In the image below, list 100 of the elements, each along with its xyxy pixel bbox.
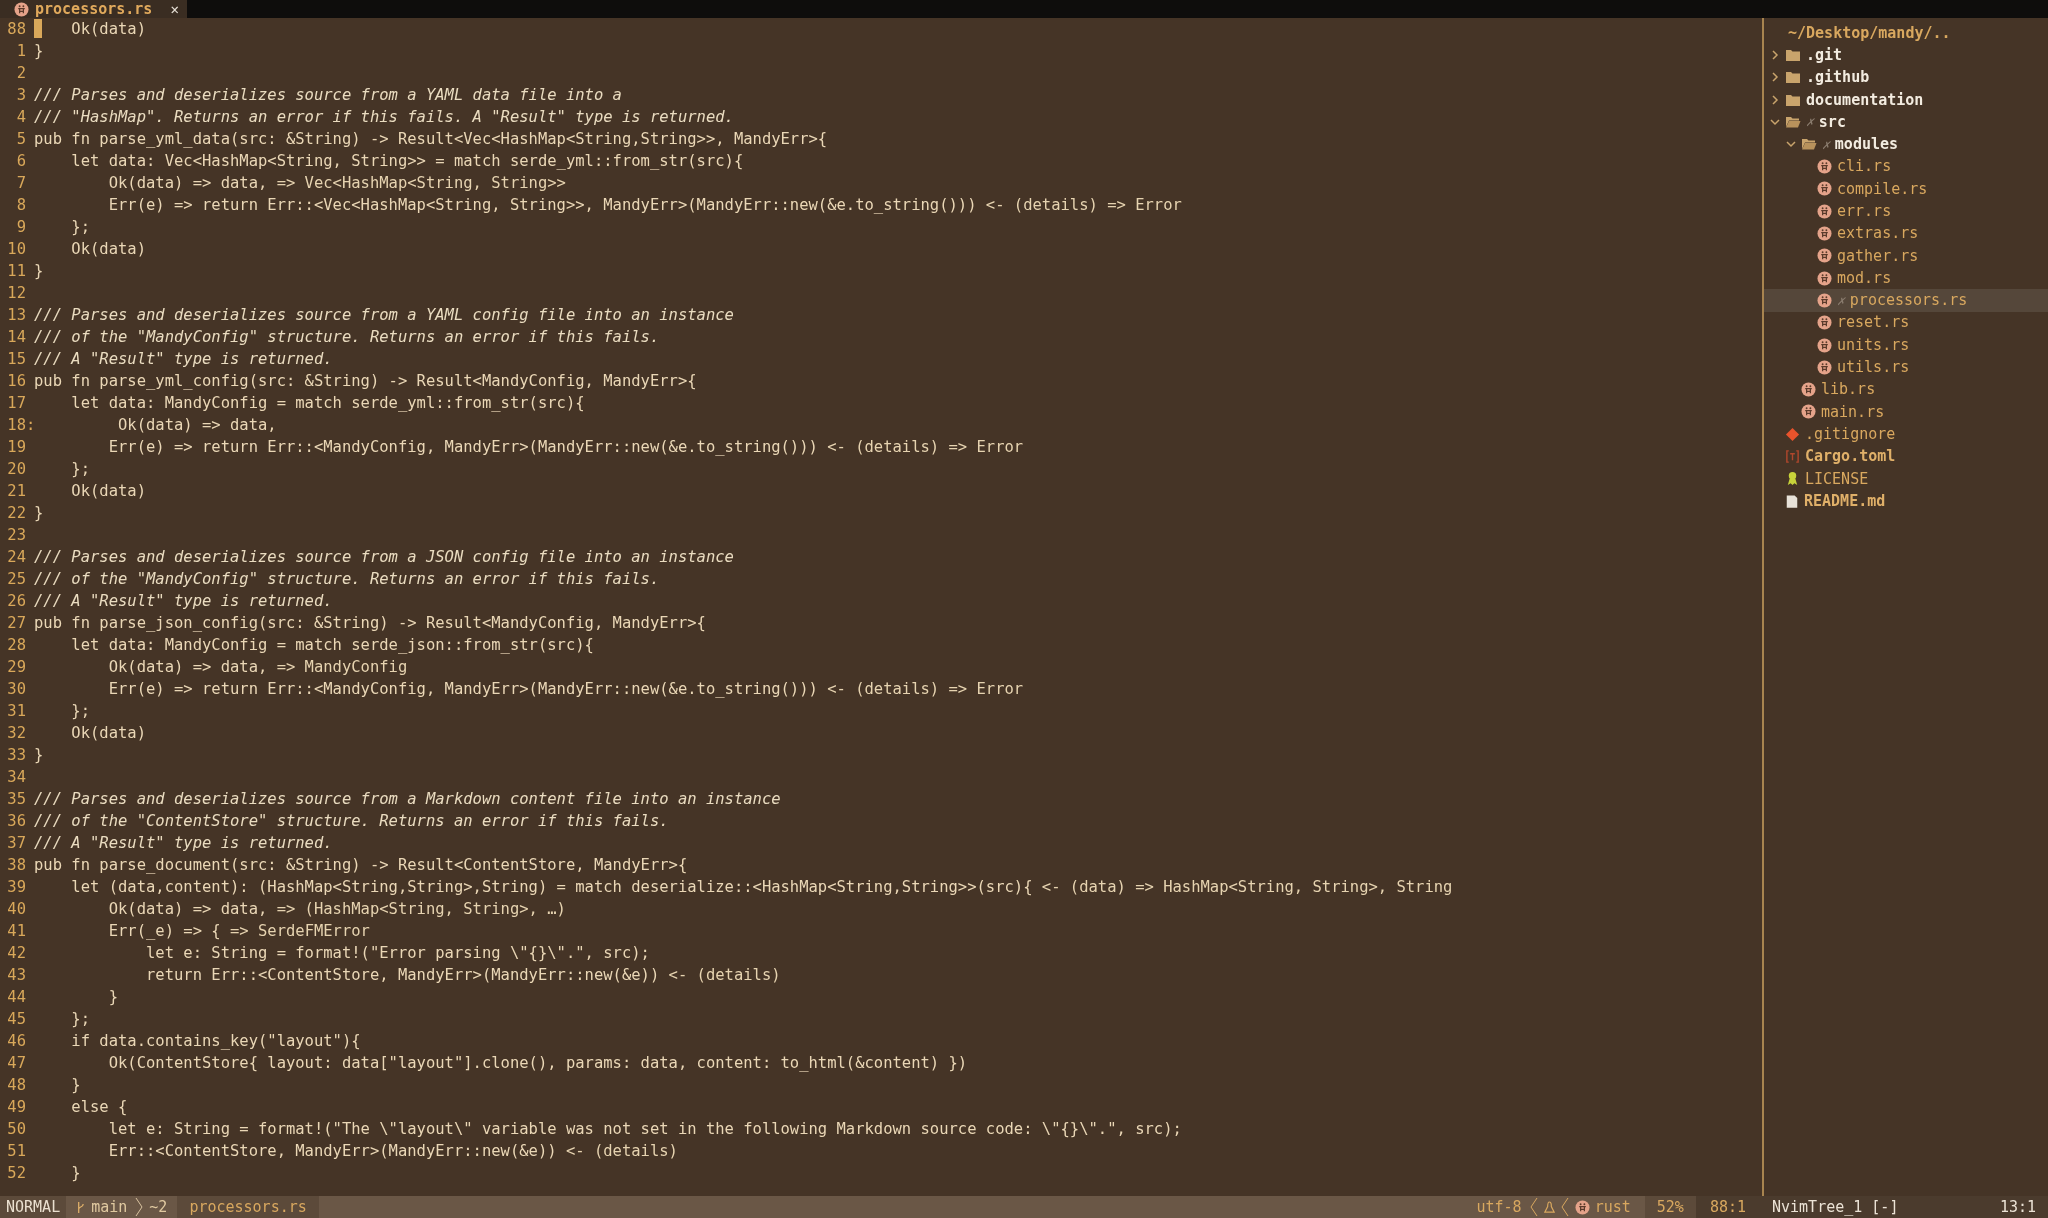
file-item[interactable]: Cargo.toml [1764,445,2048,468]
separator-icon [1529,1197,1538,1217]
code-line: let data: MandyConfig = match serde_yml::from_str(src){ [70,394,585,413]
file-item[interactable]: reset.rs [1764,311,2048,334]
line-number: 33 [6,745,26,767]
code-line: Ok(data) => data, => MandyConfig [107,658,408,677]
code-line: }; [70,218,90,237]
modified-mark: ✗ [1822,135,1830,154]
file-name: documentation [1806,89,1924,111]
file-name: .git [1806,44,1843,66]
file-item[interactable]: utils.rs [1764,356,2048,379]
code-comment: /// "HashMap". Returns an error if this fails. A "Result" type is returned. [34,108,734,127]
file-item[interactable]: units.rs [1764,333,2048,357]
line-number: 28 [6,635,26,657]
file-name: units.rs [1837,334,1910,356]
file-name: cli.rs [1837,156,1892,178]
file-name: src [1818,111,1846,133]
file-item[interactable]: .gitignore [1764,423,2048,446]
code-line: Ok(data) => data, => (HashMap<String, String>, …) [107,900,566,919]
file-name: modules [1834,134,1899,156]
file-item[interactable]: main.rs [1764,400,2048,424]
file-item[interactable]: extras.rs [1764,222,2048,245]
line-number: 43 [6,965,26,987]
file-name: utils.rs [1837,357,1910,379]
line-number: 45 [6,1009,26,1031]
editor-tab[interactable]: processors.rs ✕ [0,0,187,18]
code-line: Ok(data) [70,724,146,743]
folder-item[interactable]: ✗ modules [1764,133,2048,156]
file-name: .gitignore [1805,423,1896,445]
line-number: 12 [6,283,26,305]
branch-name: main [91,1196,128,1218]
file-item[interactable]: README.md [1764,489,2048,513]
branch-icon [76,1200,86,1214]
code-line: Err(e) => return Err::<Vec<HashMap<String, String>>, MandyErr>(MandyErr::new(&e.to_string())) <- (details) => Error [107,196,1182,215]
code-line: return Err::<ContentStore, MandyErr>(MandyErr::new(&e)) <- (details) [144,966,781,985]
code-line: }; [70,702,90,721]
line-number: 21 [6,481,26,503]
code-comment: /// Parses and deserializes source from a YAML config file into an instance [34,306,734,325]
file-item[interactable]: lib.rs [1764,378,2048,401]
line-number: 27 [6,613,26,635]
line-number: 15 [6,349,26,371]
line-number: 49 [6,1097,26,1119]
file-name: processors.rs [1849,290,1968,312]
code-line: } [34,504,44,523]
code-line: }; [70,1010,90,1029]
file-item[interactable]: ✗ processors.rs [1764,289,2048,312]
file-item[interactable]: cli.rs [1764,155,2048,178]
code-line: Ok(data) [70,20,146,39]
file-item[interactable]: compile.rs [1764,177,2048,201]
folder-item[interactable]: .github [1764,66,2048,89]
line-number: 13 [6,305,26,327]
line-number: 36 [6,811,26,833]
line-number: 44 [6,987,26,1009]
code-line: Ok(data) => data, [117,416,277,435]
line-number: 52 [6,1163,26,1185]
line-number: 47 [6,1053,26,1075]
line-number: 16 [6,371,26,393]
line-number: 34 [6,767,26,789]
line-number: 4 [15,107,26,129]
mode-indicator: NORMAL [0,1196,67,1218]
file-name: lib.rs [1821,379,1876,401]
code-line: } [70,1164,81,1183]
folder-item[interactable]: documentation [1764,88,2048,111]
line-number: 46 [6,1031,26,1053]
separator-icon [135,1197,144,1217]
code-line: pub fn parse_yml_config(src: &String) -> Result<MandyConfig, MandyErr>{ [34,372,697,391]
code-line: } [34,262,44,281]
code-line: Ok(ContentStore{ layout: data["layout"].clone(), params: data, content: to_html(&content) }) [107,1054,968,1073]
line-number: 17 [6,393,26,415]
change-count: ~2 [149,1196,168,1218]
file-name: mod.rs [1837,267,1892,289]
line-number: 2 [15,63,26,85]
sign-mark: : [26,415,36,437]
file-name: extras.rs [1837,223,1919,245]
line-number: 11 [6,261,26,283]
folder-item[interactable]: .git [1764,44,2048,67]
cursor-position: 88:1 [1695,1196,1760,1218]
close-icon[interactable]: ✕ [170,0,179,20]
line-number: 42 [6,943,26,965]
line-number: 88 [6,19,26,41]
code-line: else { [70,1098,128,1117]
code-comment: /// of the "MandyConfig" structure. Returns an error if this fails. [34,328,660,347]
folder-item[interactable]: ✗ src [1764,110,2048,134]
file-item[interactable]: err.rs [1764,200,2048,223]
line-number: 41 [6,921,26,943]
code-comment: /// A "Result" type is returned. [34,350,333,369]
file-name: README.md [1804,490,1886,512]
buffer-name: NvimTree_1 [-] [1772,1196,1899,1218]
line-number: 7 [15,173,26,195]
line-number: 8 [15,195,26,217]
line-number: 35 [6,789,26,811]
code-line: let e: String = format!("The \"layout\" variable was not set in the following Markdown source code: \"{}\".", src); [107,1120,1182,1139]
file-item[interactable]: mod.rs [1764,266,2048,290]
code-line: let data: MandyConfig = match serde_json::from_str(src){ [70,636,594,655]
code-line: }; [70,460,90,479]
modified-mark: ✗ [1806,113,1814,132]
line-number: 19 [6,437,26,459]
code-line: let e: String = format!("Error parsing \"{}\".", src); [144,944,650,963]
file-item[interactable]: gather.rs [1764,244,2048,267]
file-item[interactable]: LICENSE [1764,467,2048,490]
